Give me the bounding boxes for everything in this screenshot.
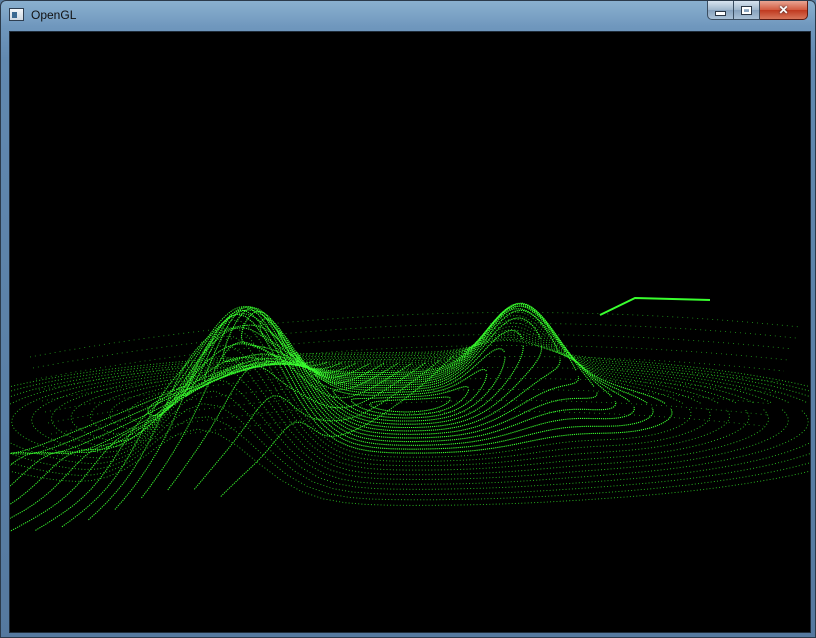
surface-contour (259, 309, 561, 432)
surface-contour (35, 313, 357, 531)
app-window-icon[interactable] (9, 8, 24, 21)
surface-contour (141, 341, 413, 499)
minimize-button[interactable] (707, 1, 734, 20)
surface-contour (10, 361, 245, 454)
surface-contour (29, 312, 801, 358)
maximize-icon (741, 5, 752, 15)
maximize-button[interactable] (734, 1, 760, 20)
surface-contour (11, 332, 809, 485)
close-icon: ✕ (778, 3, 789, 17)
title-bar[interactable]: OpenGL ✕ (1, 1, 815, 29)
window-title: OpenGL (31, 8, 77, 22)
wireframe-surface (10, 296, 810, 532)
surface-contour (41, 356, 785, 402)
opengl-viewport[interactable] (9, 31, 811, 633)
surface-contour (369, 396, 451, 413)
surface-contour (599, 296, 711, 316)
surface-contour (350, 386, 470, 416)
surface-contour (32, 323, 797, 369)
surface-contour (35, 334, 793, 380)
surface-contour (10, 336, 810, 495)
caption-buttons: ✕ (707, 1, 808, 21)
surface-contour (296, 329, 524, 425)
close-button[interactable]: ✕ (760, 1, 808, 20)
minimize-icon (715, 10, 726, 16)
opengl-window: OpenGL ✕ (0, 0, 816, 638)
